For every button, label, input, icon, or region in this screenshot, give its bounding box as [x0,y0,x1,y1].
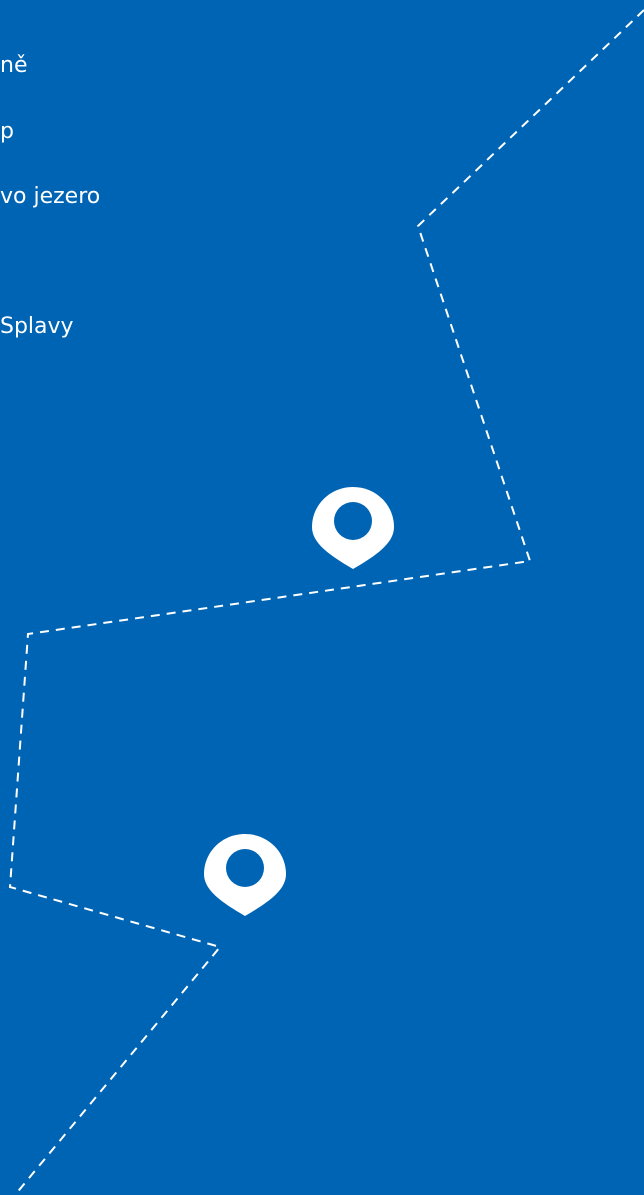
dashed-route-line [8,9,644,1195]
menu-item-2[interactable]: ně [0,52,27,80]
route-map [8,9,644,1195]
map-pin-icon[interactable] [203,834,287,916]
menu-item-4[interactable]: vo jezero [0,183,100,211]
menu-item-splavy[interactable]: Splavy [0,313,74,341]
menu-item-3[interactable]: p [0,118,14,146]
map-pin-icon[interactable] [311,487,395,569]
menu-item-1[interactable]: z [0,0,12,7]
page-canvas: z ně p vo jezero Splavy [0,0,644,1195]
